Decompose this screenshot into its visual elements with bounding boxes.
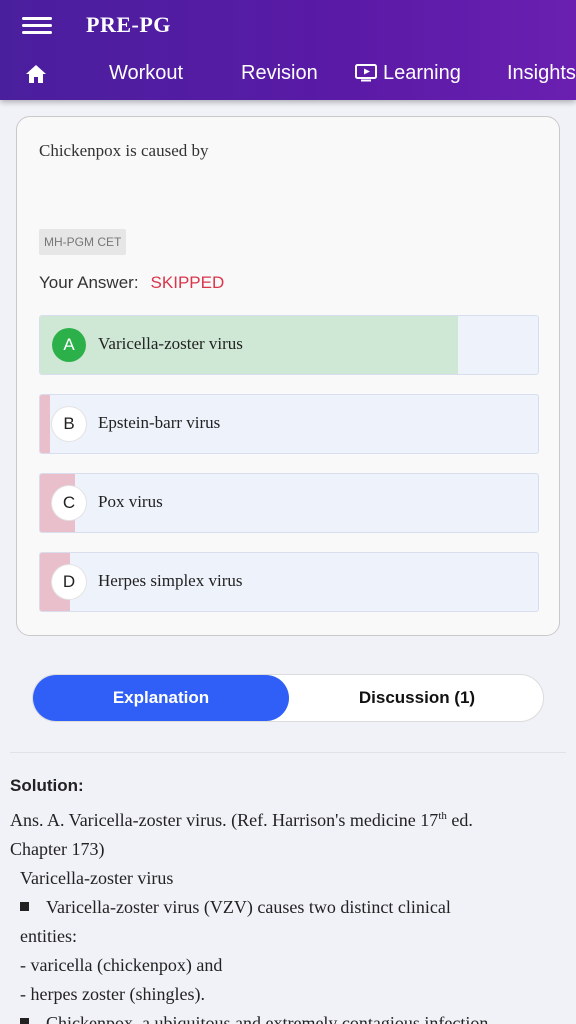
option-a[interactable]: A Varicella-zoster virus <box>39 315 539 375</box>
video-play-icon <box>355 64 377 82</box>
question-card: Chickenpox is caused by MH-PGM CET Your … <box>16 116 560 636</box>
solution-list-item: - herpes zoster (shingles). <box>20 984 205 1004</box>
option-letter: C <box>52 486 86 520</box>
option-letter: B <box>52 407 86 441</box>
tab-switcher: Explanation Discussion (1) <box>32 674 544 722</box>
tab-explanation[interactable]: Explanation <box>33 675 289 721</box>
bullet-text: Varicella-zoster virus (VZV) causes two … <box>46 897 451 917</box>
your-answer-row: Your Answer: SKIPPED <box>39 273 224 293</box>
solution-section: Solution: Ans. A. Varicella-zoster virus… <box>10 776 566 1024</box>
app-title: PRE-PG <box>86 12 171 37</box>
solution-bullet: Varicella-zoster virus (VZV) causes two … <box>10 893 566 922</box>
solution-list-item: - varicella (chickenpox) and <box>20 955 223 975</box>
nav-learning[interactable]: Learning <box>355 62 461 85</box>
solution-bullet-cont: entities: <box>20 926 77 946</box>
solution-bullet: Chickenpox, a ubiquitous and extremely c… <box>10 1009 566 1024</box>
option-text: Herpes simplex virus <box>98 571 243 590</box>
option-d[interactable]: D Herpes simplex virus <box>39 552 539 612</box>
answer-ref-text-end: ed. <box>446 810 473 830</box>
answer-status: SKIPPED <box>150 273 225 292</box>
divider <box>10 752 566 753</box>
option-percent-fill <box>40 395 50 453</box>
nav-learning-label: Learning <box>383 62 461 84</box>
app-bar: PRE-PG Workout Revision Learning Insight… <box>0 0 576 100</box>
solution-title: Solution: <box>10 776 84 795</box>
hamburger-menu-icon[interactable] <box>22 14 52 38</box>
option-letter: A <box>52 328 86 362</box>
bullet-text: Chickenpox, a ubiquitous and extremely c… <box>46 1013 493 1024</box>
option-c[interactable]: C Pox virus <box>39 473 539 533</box>
option-text: Epstein-barr virus <box>98 413 221 432</box>
question-text: Chickenpox is caused by <box>39 141 209 160</box>
answer-reference-cont: Chapter 173) <box>10 839 105 859</box>
exam-tag: MH-PGM CET <box>39 229 127 255</box>
nav-bar: Workout Revision Learning Insights <box>0 48 576 100</box>
nav-insights[interactable]: Insights <box>507 62 576 85</box>
option-letter: D <box>52 565 86 599</box>
home-icon[interactable] <box>25 64 47 84</box>
solution-heading: Varicella-zoster virus <box>20 868 174 888</box>
option-text: Varicella-zoster virus <box>98 334 243 353</box>
option-text: Pox virus <box>98 492 163 511</box>
answer-ref-text: Ans. A. Varicella-zoster virus. (Ref. Ha… <box>10 810 439 830</box>
bullet-icon <box>20 1018 29 1024</box>
tab-discussion[interactable]: Discussion (1) <box>289 675 545 721</box>
answer-ref-superscript: th <box>438 810 447 822</box>
nav-revision[interactable]: Revision <box>241 62 318 85</box>
option-b[interactable]: B Epstein-barr virus <box>39 394 539 454</box>
nav-workout[interactable]: Workout <box>109 62 183 85</box>
bullet-icon <box>20 902 29 911</box>
answer-reference: Ans. A. Varicella-zoster virus. (Ref. Ha… <box>10 802 566 835</box>
your-answer-label: Your Answer: <box>39 273 139 292</box>
